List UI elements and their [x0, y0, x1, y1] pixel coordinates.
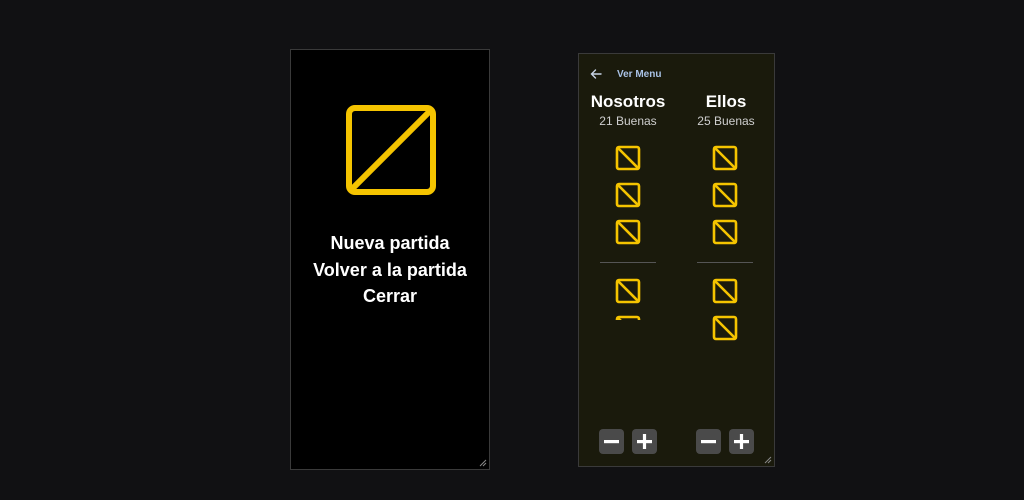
- top-bar: Ver Menu: [589, 66, 661, 82]
- team-column-ellos: Ellos 25 Buenas: [677, 92, 775, 129]
- divider: [697, 262, 753, 263]
- menu-list: Nueva partida Volver a la partida Cerrar: [291, 230, 489, 310]
- ellos-plus-button[interactable]: [729, 429, 754, 454]
- tally-icon: [615, 145, 641, 171]
- divider: [600, 262, 656, 263]
- tally-icon: [615, 219, 641, 245]
- nosotros-minus-button[interactable]: [599, 429, 624, 454]
- new-game-button[interactable]: Nueva partida: [291, 230, 489, 257]
- square-slash-icon: [346, 105, 436, 195]
- view-menu-link[interactable]: Ver Menu: [617, 69, 661, 80]
- plus-icon: [734, 434, 749, 449]
- tally-icon: [712, 278, 738, 304]
- team-column-nosotros: Nosotros 21 Buenas: [579, 92, 677, 129]
- arrow-left-icon[interactable]: [589, 67, 603, 81]
- resize-grip-icon[interactable]: [479, 459, 487, 467]
- minus-icon: [701, 440, 716, 444]
- tally-icon: [615, 315, 641, 320]
- resize-grip-icon[interactable]: [764, 456, 772, 464]
- tally-icon: [712, 315, 738, 341]
- scoreboard-window: Ver Menu Nosotros 21 Buenas Ellos 25 Bue…: [578, 53, 775, 467]
- minus-icon: [604, 440, 619, 444]
- tally-icon: [712, 219, 738, 245]
- main-menu-window: Nueva partida Volver a la partida Cerrar: [290, 49, 490, 470]
- team-name: Ellos: [705, 92, 747, 111]
- tally-icon: [615, 278, 641, 304]
- team-score-label: 25 Buenas: [697, 114, 755, 128]
- tally-icon: [712, 182, 738, 208]
- team-name: Nosotros: [590, 92, 666, 111]
- plus-icon: [637, 434, 652, 449]
- ellos-minus-button[interactable]: [696, 429, 721, 454]
- close-button[interactable]: Cerrar: [291, 283, 489, 310]
- nosotros-plus-button[interactable]: [632, 429, 657, 454]
- resume-game-button[interactable]: Volver a la partida: [291, 257, 489, 284]
- tally-icon: [712, 145, 738, 171]
- tally-icon: [615, 182, 641, 208]
- team-score-label: 21 Buenas: [599, 114, 657, 128]
